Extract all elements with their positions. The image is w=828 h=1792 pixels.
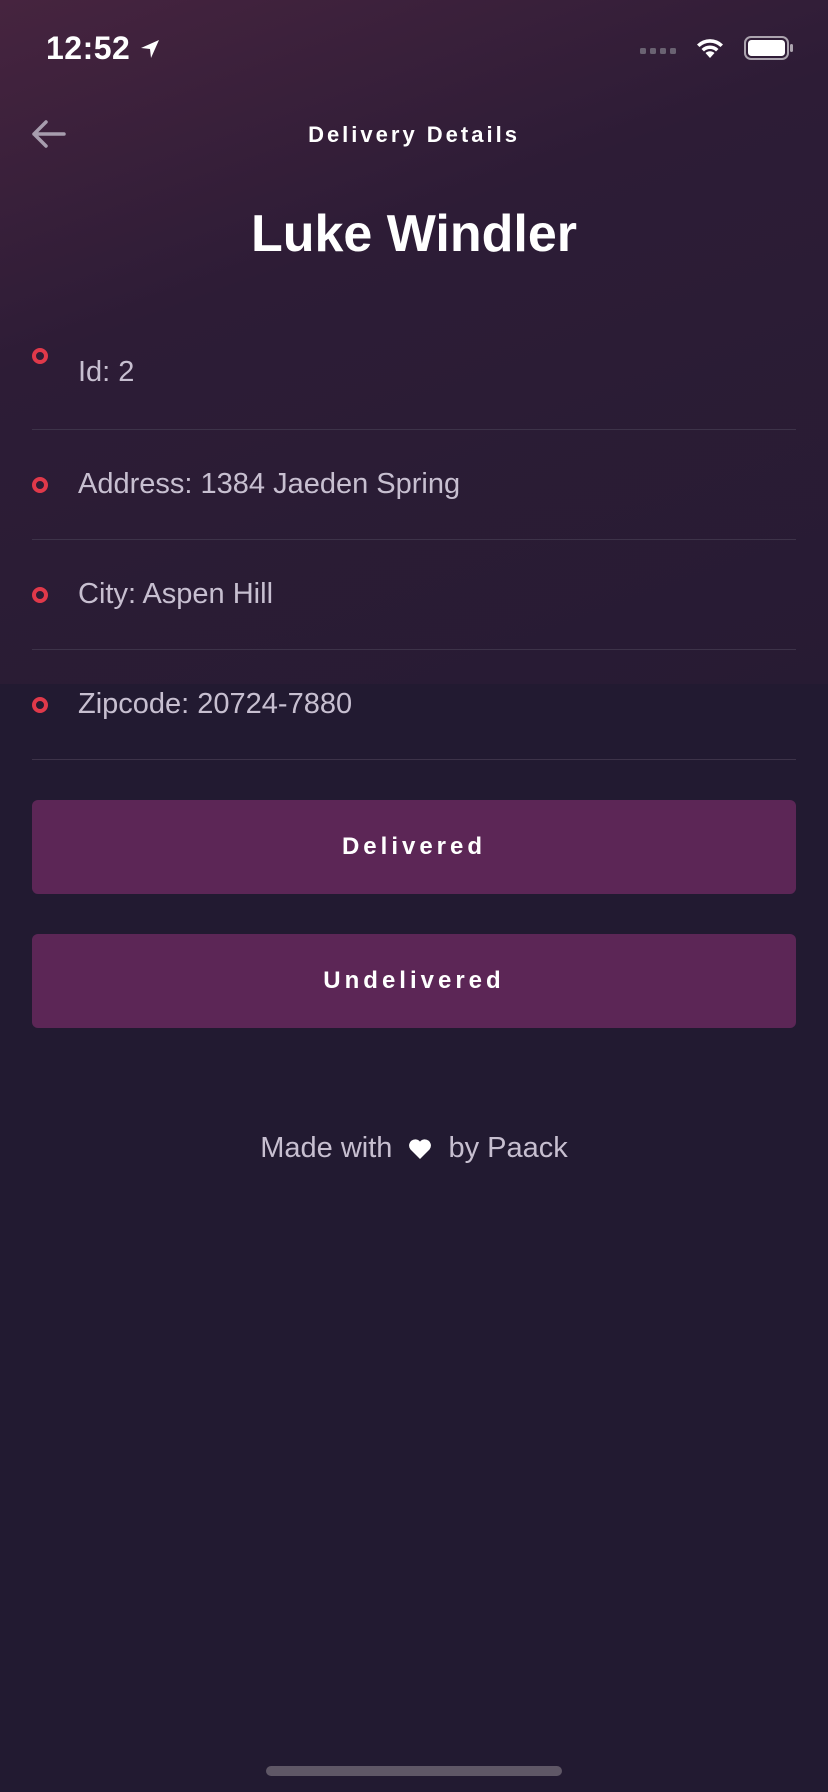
delivery-details-screen: 12:52 Delivery Details Luke Windler Id: … (0, 0, 828, 1792)
footer-credit: Made with by Paack (0, 1132, 828, 1165)
detail-row-city: City: Aspen Hill (32, 540, 796, 650)
detail-zipcode-text: Zipcode: 20724-7880 (78, 688, 353, 720)
delivered-button[interactable]: Delivered (32, 800, 796, 894)
location-arrow-icon (138, 37, 162, 61)
undelivered-button[interactable]: Undelivered (32, 934, 796, 1028)
detail-row-id: Id: 2 (32, 320, 796, 430)
customer-name: Luke Windler (250, 205, 577, 263)
detail-id-text: Id: 2 (78, 356, 135, 388)
status-time: 12:52 (46, 30, 162, 67)
bullet-icon (32, 586, 48, 603)
status-indicators (640, 36, 794, 65)
page-title: Delivery Details (308, 122, 520, 147)
detail-row-zipcode: Zipcode: 20724-7880 (32, 650, 796, 760)
battery-icon (744, 36, 794, 65)
wifi-icon (694, 36, 726, 65)
home-indicator[interactable] (266, 1766, 562, 1776)
status-time-text: 12:52 (46, 30, 131, 66)
detail-address-text: Address: 1384 Jaeden Spring (78, 468, 461, 500)
footer-prefix: Made with (260, 1132, 393, 1164)
bullet-icon (32, 348, 48, 364)
bullet-icon (32, 476, 48, 493)
heart-icon (408, 1138, 432, 1160)
footer-suffix: by Paack (448, 1132, 568, 1164)
detail-city-text: City: Aspen Hill (78, 578, 274, 610)
detail-row-address: Address: 1384 Jaeden Spring (32, 430, 796, 540)
bullet-icon (32, 696, 48, 713)
cellular-signal-icon (640, 47, 676, 54)
delivery-detail-list: Id: 2 Address: 1384 Jaeden Spring City: … (32, 320, 796, 760)
